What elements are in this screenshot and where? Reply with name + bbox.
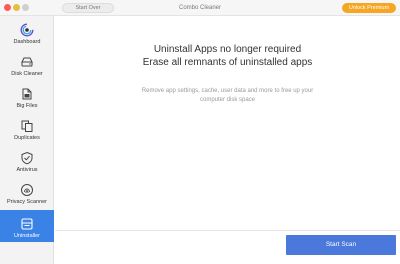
zoom-window-button[interactable] [22, 4, 29, 11]
minimize-window-button[interactable] [13, 4, 20, 11]
unlock-premium-button[interactable]: Unlock Premium [342, 3, 396, 13]
headline-line-1: Uninstall Apps no longer required [153, 44, 302, 55]
page-headline: Uninstall Apps no longer required Erase … [55, 44, 400, 69]
main-content: Uninstall Apps no longer required Erase … [55, 16, 400, 264]
uninstaller-box-icon [21, 218, 33, 230]
description-line-2: computer disk space [199, 96, 256, 103]
sidebar-item-label: Privacy Scanner [6, 199, 48, 205]
close-window-button[interactable] [4, 4, 11, 11]
footer-bar: Start Scan [55, 230, 400, 264]
sidebar-item-antivirus[interactable]: Antivirus [0, 146, 54, 176]
sidebar-item-label: Antivirus [16, 167, 38, 173]
sidebar-item-label: Big Files [16, 103, 38, 109]
sidebar-item-duplicates[interactable]: Duplicates [0, 114, 54, 144]
duplicate-files-icon [21, 120, 33, 132]
sidebar-item-label: Uninstaller [14, 233, 40, 239]
app-title: Combo Cleaner [178, 5, 222, 11]
description-line-1: Remove app settings, cache, user data an… [141, 88, 314, 94]
sidebar-item-label: Duplicates [14, 135, 40, 141]
sidebar-item-privacy-scanner[interactable]: Privacy Scanner [0, 178, 54, 208]
disk-drive-icon [21, 57, 33, 67]
sidebar-item-uninstaller[interactable]: Uninstaller [0, 210, 54, 242]
headline-line-2: Erase all remnants of uninstalled apps [142, 56, 313, 68]
sidebar-item-dashboard[interactable]: Dashboard [0, 18, 54, 48]
page-description: Remove app settings, cache, user data an… [135, 87, 320, 104]
start-scan-button[interactable]: Start Scan [286, 235, 396, 255]
shield-icon [21, 151, 33, 165]
sidebar-item-label: Disk Cleaner [11, 71, 43, 77]
title-bar: Start Over Combo Cleaner Unlock Premium [0, 0, 400, 16]
sidebar-item-label: Dashboard [13, 39, 41, 45]
sidebar-item-disk-cleaner[interactable]: Disk Cleaner [0, 50, 54, 80]
sidebar: Dashboard Disk Cleaner Big Files Duplica… [0, 16, 54, 264]
fingerprint-icon [21, 184, 33, 196]
combo-cleaner-logo-icon [20, 23, 34, 37]
start-over-button[interactable]: Start Over [62, 3, 114, 13]
sidebar-item-big-files[interactable]: Big Files [0, 82, 54, 112]
big-files-icon [22, 88, 32, 100]
